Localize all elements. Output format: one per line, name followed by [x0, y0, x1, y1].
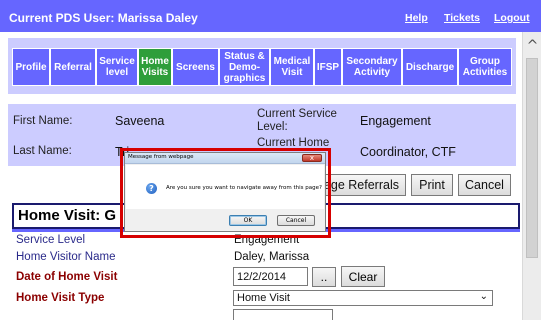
- dialog-close-icon[interactable]: x: [302, 154, 322, 162]
- tab-discharge[interactable]: Discharge: [402, 48, 458, 86]
- home-visitor-name-label: Home Visitor Name: [16, 251, 116, 263]
- dialog-title: Message from webpage: [128, 154, 194, 160]
- current-service-level-label: Current Service Level:: [257, 108, 337, 133]
- dialog-cancel-button[interactable]: Cancel: [277, 215, 315, 226]
- print-button[interactable]: Print: [411, 174, 453, 196]
- current-home-visitor-value: Coordinator, CTF: [360, 145, 456, 159]
- tab-secondary-activity[interactable]: Secondary Activity: [342, 48, 402, 86]
- confirm-dialog: Message from webpage x ? Are you sure yo…: [124, 152, 326, 232]
- current-user-label: Current PDS User: Marissa Daley: [9, 11, 198, 25]
- tickets-link[interactable]: Tickets: [444, 12, 480, 24]
- last-name-label: Last Name:: [13, 145, 72, 157]
- dialog-ok-button[interactable]: OK: [229, 215, 267, 226]
- date-of-home-visit-label: Date of Home Visit: [16, 271, 118, 283]
- home-visit-type-selected: Home Visit: [237, 292, 290, 304]
- help-link[interactable]: Help: [405, 12, 428, 24]
- tab-service-level[interactable]: Service level: [96, 48, 138, 86]
- home-visit-type-label: Home Visit Type: [16, 292, 105, 304]
- tab-profile[interactable]: Profile: [12, 48, 50, 86]
- first-name-value: Saveena: [115, 114, 165, 128]
- scroll-up-arrow-icon[interactable]: ^: [523, 36, 541, 56]
- home-visitor-name-value: Daley, Marissa: [234, 251, 310, 263]
- date-of-home-visit-input[interactable]: 12/2/2014: [233, 267, 308, 286]
- vertical-scrollbar[interactable]: ^: [522, 32, 541, 320]
- tab-referral[interactable]: Referral: [50, 48, 96, 86]
- top-header-bar: Current PDS User: Marissa Daley Help Tic…: [0, 0, 541, 32]
- dialog-titlebar[interactable]: Message from webpage x: [125, 153, 325, 164]
- cancel-button[interactable]: Cancel: [458, 174, 511, 196]
- logout-link[interactable]: Logout: [494, 12, 530, 24]
- dialog-body: ? Are you sure you want to navigate away…: [126, 165, 324, 209]
- chevron-down-icon: ⌄: [479, 291, 488, 302]
- date-picker-button[interactable]: ..: [312, 267, 336, 287]
- clear-date-button[interactable]: Clear: [341, 266, 385, 287]
- question-icon: ?: [146, 183, 157, 194]
- next-field-input[interactable]: [233, 309, 333, 320]
- home-visit-type-select[interactable]: Home Visit ⌄: [233, 290, 493, 306]
- tab-group-activities[interactable]: Group Activities: [458, 48, 512, 86]
- tab-ifsp[interactable]: IFSP: [314, 48, 342, 86]
- current-service-level-value: Engagement: [360, 114, 431, 128]
- tab-home-visits[interactable]: Home Visits: [138, 48, 172, 86]
- first-name-label: First Name:: [13, 115, 73, 127]
- scroll-thumb[interactable]: [526, 58, 538, 258]
- tab-medical-visit[interactable]: Medical Visit: [270, 48, 314, 86]
- dialog-message: Are you sure you want to navigate away f…: [166, 185, 322, 191]
- service-level-label: Service Level: [16, 234, 86, 246]
- tab-screens[interactable]: Screens: [172, 48, 219, 86]
- tab-status-demographics[interactable]: Status & Demo- graphics: [219, 48, 270, 86]
